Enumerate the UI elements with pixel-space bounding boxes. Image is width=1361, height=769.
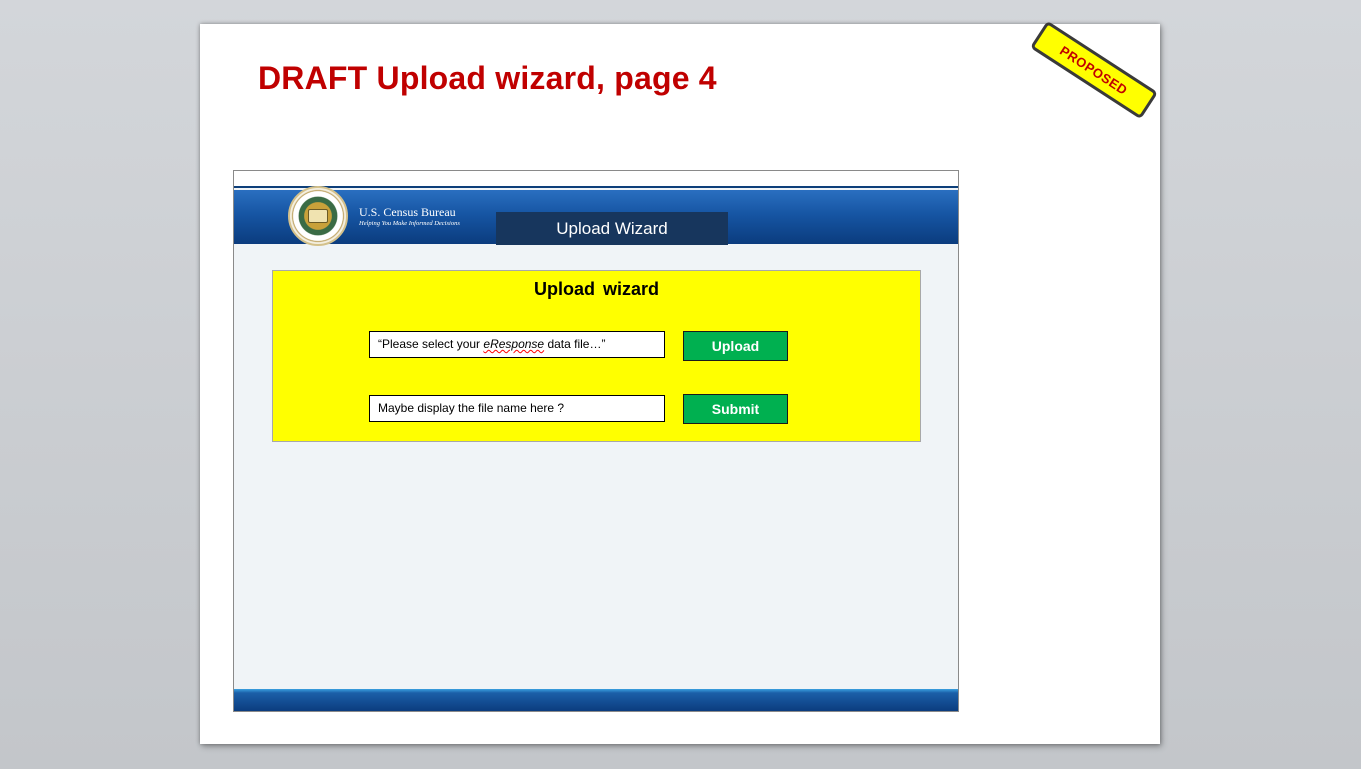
submit-button[interactable]: Submit xyxy=(683,394,788,424)
file-select-field[interactable]: “Please select your eResponse data file…… xyxy=(369,331,665,358)
upload-button[interactable]: Upload xyxy=(683,331,788,361)
filename-display-field[interactable]: Maybe display the file name here ? xyxy=(369,395,665,422)
slide-title: DRAFT Upload wizard, page 4 xyxy=(258,60,717,96)
wizard-heading: Upload wizard xyxy=(533,279,659,299)
top-strip xyxy=(234,171,958,188)
file-prompt-suffix: data file…” xyxy=(544,337,606,351)
agency-name: U.S. Census Bureau xyxy=(359,205,456,219)
agency-tagline: Helping You Make Informed Decisions xyxy=(359,220,460,227)
tab-upload-wizard[interactable]: Upload Wizard xyxy=(496,212,728,245)
app-mockup-frame: U.S. Census Bureau Helping You Make Info… xyxy=(233,170,959,712)
upload-wizard-panel: Upload wizard “Please select your eRespo… xyxy=(272,270,921,442)
proposed-stamp: PROPOSED xyxy=(1029,20,1159,120)
file-prompt-emphasis: eResponse xyxy=(483,337,545,351)
census-bureau-seal-icon xyxy=(288,186,348,246)
file-prompt-prefix: “Please select your xyxy=(378,337,484,351)
seal-book-icon xyxy=(308,209,328,223)
slide: DRAFT Upload wizard, page 4 PROPOSED U.S… xyxy=(200,20,1160,744)
site-footer xyxy=(234,689,958,711)
